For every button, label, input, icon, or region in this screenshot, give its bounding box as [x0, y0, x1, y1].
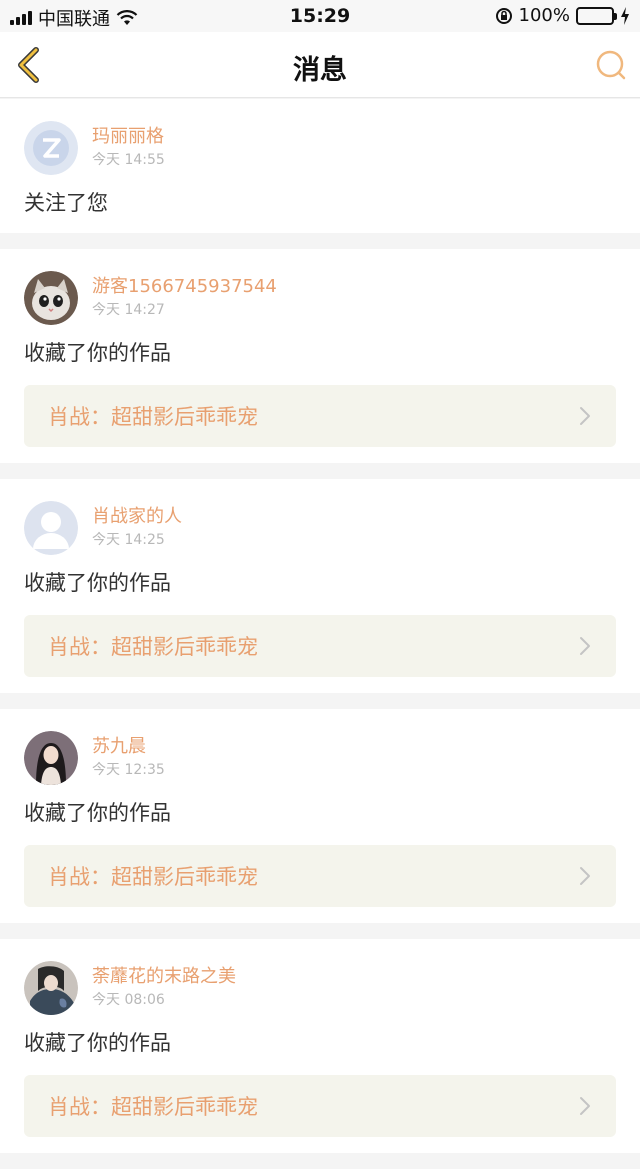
message-action: 收藏了你的作品 [24, 801, 171, 825]
message-card: 苏九晨 今天 12:35 收藏了你的作品 肖战：超甜影后乖乖宠 [0, 709, 640, 923]
username[interactable]: 荼蘼花的末路之美 [92, 966, 236, 988]
avatar[interactable] [24, 501, 78, 555]
work-link[interactable]: 肖战：超甜影后乖乖宠 [24, 385, 616, 447]
work-link[interactable]: 肖战：超甜影后乖乖宠 [24, 845, 616, 907]
message-card: 荼蘼花的末路之美 今天 08:06 收藏了你的作品 肖战：超甜影后乖乖宠 [0, 939, 640, 1153]
avatar[interactable] [24, 961, 78, 1015]
work-title: 肖战：超甜影后乖乖宠 [48, 405, 258, 429]
chevron-right-icon [580, 867, 590, 885]
search-icon[interactable] [594, 48, 628, 82]
username[interactable]: 苏九晨 [92, 736, 165, 758]
message-time: 今天 14:55 [92, 152, 165, 168]
username[interactable]: 肖战家的人 [92, 506, 182, 528]
message-time: 今天 08:06 [92, 992, 165, 1008]
chevron-right-icon [580, 637, 590, 655]
chevron-right-icon [580, 1097, 590, 1115]
message-card: 玛丽丽格 今天 14:55 关注了您 [0, 99, 640, 233]
chevron-left-icon[interactable] [10, 44, 50, 86]
status-left: 中国联通 [10, 5, 138, 31]
charging-icon [621, 6, 629, 25]
message-action: 收藏了你的作品 [24, 1031, 171, 1055]
message-card: 肖战家的人 今天 14:25 收藏了你的作品 肖战：超甜影后乖乖宠 [0, 479, 640, 693]
signal-icon [10, 11, 32, 25]
work-title: 肖战：超甜影后乖乖宠 [48, 635, 258, 659]
avatar[interactable] [24, 121, 78, 175]
nav-bar: 消息 [0, 32, 640, 98]
work-title: 肖战：超甜影后乖乖宠 [48, 1095, 258, 1119]
message-time: 今天 14:25 [92, 532, 165, 548]
battery-icon [576, 6, 617, 25]
avatar[interactable] [24, 271, 78, 325]
orientation-lock-icon [495, 7, 512, 24]
chevron-right-icon [580, 407, 590, 425]
message-list: 玛丽丽格 今天 14:55 关注了您 游客1566745937544 今天 14… [0, 99, 640, 1169]
username[interactable]: 游客1566745937544 [92, 276, 277, 298]
carrier-label: 中国联通 [38, 9, 110, 30]
message-time: 今天 14:27 [92, 302, 165, 318]
message-action: 关注了您 [24, 191, 108, 215]
message-time: 今天 12:35 [92, 762, 165, 778]
status-right: 100% [495, 5, 630, 26]
message-action: 收藏了你的作品 [24, 571, 171, 595]
battery-percent: 100% [518, 5, 570, 26]
message-card: 游客1566745937544 今天 14:27 收藏了你的作品 肖战：超甜影后… [0, 249, 640, 463]
message-header: 玛丽丽格 今天 14:55 [24, 121, 616, 175]
work-title: 肖战：超甜影后乖乖宠 [48, 865, 258, 889]
message-action: 收藏了你的作品 [24, 341, 171, 365]
message-header: 苏九晨 今天 12:35 [24, 731, 616, 785]
avatar[interactable] [24, 731, 78, 785]
work-link[interactable]: 肖战：超甜影后乖乖宠 [24, 615, 616, 677]
message-header: 游客1566745937544 今天 14:27 [24, 271, 616, 325]
message-header: 荼蘼花的末路之美 今天 08:06 [24, 961, 616, 1015]
page-title: 消息 [293, 55, 347, 86]
status-bar: 中国联通 15:29 100% [0, 0, 640, 32]
wifi-icon [116, 10, 138, 25]
username[interactable]: 玛丽丽格 [92, 126, 165, 148]
work-link[interactable]: 肖战：超甜影后乖乖宠 [24, 1075, 616, 1137]
message-header: 肖战家的人 今天 14:25 [24, 501, 616, 555]
